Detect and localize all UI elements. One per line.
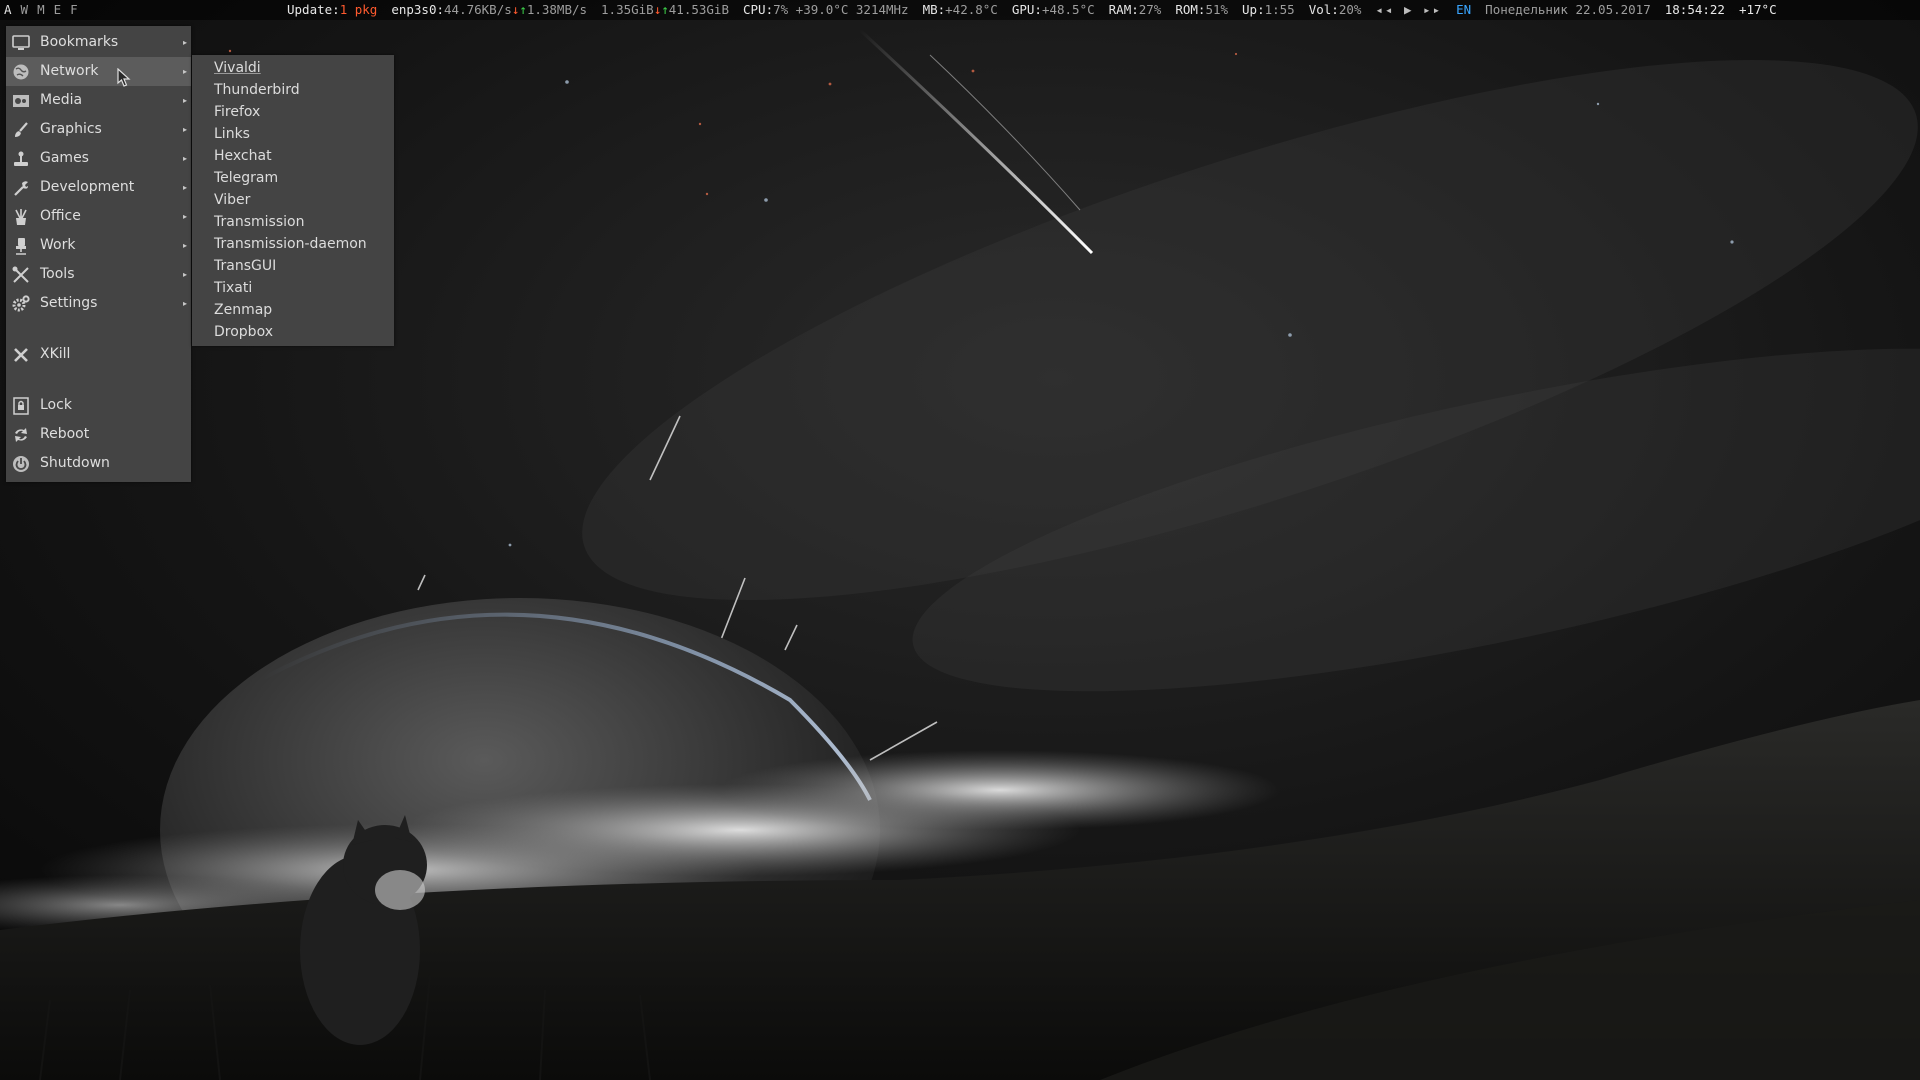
submenu-arrow-icon: ▸	[182, 67, 187, 76]
menu-item-work[interactable]: Work ▸	[6, 231, 191, 260]
menu-item-label: Graphics	[40, 121, 102, 137]
submenu-arrow-icon: ▸	[182, 183, 187, 192]
submenu-arrow-icon: ▸	[182, 270, 187, 279]
menu-item-office[interactable]: Office ▸	[6, 202, 191, 231]
submenu-item-zenmap[interactable]: Zenmap	[192, 299, 394, 321]
workspace-tag[interactable]: E	[54, 0, 62, 20]
submenu-arrow-icon: ▸	[182, 125, 187, 134]
menu-item-lock[interactable]: Lock	[6, 391, 191, 420]
wrench-icon	[14, 181, 28, 196]
menu-item-bookmarks[interactable]: Bookmarks ▸	[6, 28, 191, 57]
play-icon[interactable]: ▶	[1404, 2, 1414, 17]
menu-item-label: Shutdown	[40, 455, 110, 471]
mouse-pointer-icon	[117, 68, 131, 87]
menu-item-label: Settings	[40, 295, 98, 311]
menu-item-label: XKill	[40, 346, 71, 362]
menu-item-development[interactable]: Development ▸	[6, 173, 191, 202]
menu-item-settings[interactable]: Settings ▸	[6, 289, 191, 318]
submenu-item-transmission-daemon[interactable]: Transmission-daemon	[192, 233, 394, 255]
lock-screen-icon	[13, 397, 29, 415]
menu-item-xkill[interactable]: XKill	[6, 340, 191, 369]
submenu-item-dropbox[interactable]: Dropbox	[192, 321, 394, 343]
menu-item-network[interactable]: Network ▸	[6, 57, 191, 86]
menu-item-label: Work	[40, 237, 76, 253]
submenu-arrow-icon: ▸	[182, 299, 187, 308]
reboot-icon	[15, 428, 27, 442]
brush-icon	[15, 122, 28, 137]
submenu-item-transgui[interactable]: TransGUI	[192, 255, 394, 277]
joystick-icon	[14, 151, 28, 166]
media-controls: ◂◂ ▶ ▸▸	[1375, 0, 1442, 20]
volume-widget[interactable]: Vol:20%	[1309, 0, 1362, 20]
menu-item-label: Network	[40, 63, 99, 79]
submenu-arrow-icon: ▸	[182, 212, 187, 221]
menu-item-shutdown[interactable]: Shutdown	[6, 449, 191, 478]
cpu-widget: CPU:7% +39.0°C 3214MHz	[743, 2, 909, 17]
submenu-item-hexchat[interactable]: Hexchat	[192, 145, 394, 167]
menu-item-label: Games	[40, 150, 89, 166]
menu-item-graphics[interactable]: Graphics ▸	[6, 115, 191, 144]
submenu-arrow-icon: ▸	[182, 241, 187, 250]
menu-item-label: Media	[40, 92, 83, 108]
power-icon	[13, 456, 29, 472]
workspace-switcher: A W M E F	[4, 0, 78, 20]
menu-separator	[6, 318, 191, 340]
submenu-arrow-icon: ▸	[182, 38, 187, 47]
menu-item-label: Reboot	[40, 426, 90, 442]
menu-item-label: Lock	[40, 397, 72, 413]
uptime-widget: Up:1:55	[1242, 2, 1295, 17]
submenu-item-thunderbird[interactable]: Thunderbird	[192, 79, 394, 101]
previous-track-icon[interactable]: ◂◂	[1375, 2, 1394, 17]
network-submenu: Vivaldi Thunderbird Firefox Links Hexcha…	[192, 55, 394, 346]
menu-item-label: Tools	[40, 266, 75, 282]
update-widget[interactable]: Update:1 pkg	[287, 0, 377, 20]
film-icon	[13, 95, 29, 107]
network-total-widget: 1.35GiB↓↑41.53GiB	[601, 2, 729, 17]
submenu-item-vivaldi[interactable]: Vivaldi	[192, 57, 394, 79]
submenu-item-tixati[interactable]: Tixati	[192, 277, 394, 299]
root-menu: Bookmarks ▸ Network ▸ Media ▸ Graphics ▸…	[6, 26, 191, 482]
next-track-icon[interactable]: ▸▸	[1423, 2, 1442, 17]
close-icon	[14, 348, 28, 362]
gpu-temp-widget: GPU:+48.5°C	[1011, 2, 1095, 17]
workspace-tag[interactable]: M	[37, 0, 45, 20]
submenu-item-links[interactable]: Links	[192, 123, 394, 145]
submenu-arrow-icon: ▸	[182, 96, 187, 105]
date-display: Понедельник 22.05.2017	[1485, 2, 1651, 17]
menu-item-label: Development	[40, 179, 135, 195]
menu-item-media[interactable]: Media ▸	[6, 86, 191, 115]
chair-icon	[16, 238, 26, 255]
submenu-item-viber[interactable]: Viber	[192, 189, 394, 211]
weather-temperature: +17°C	[1738, 2, 1777, 17]
workspace-tag[interactable]: W	[21, 0, 29, 20]
menu-item-label: Office	[40, 208, 81, 224]
tools-icon	[12, 266, 29, 283]
submenu-item-firefox[interactable]: Firefox	[192, 101, 394, 123]
workspace-tag[interactable]: A	[4, 0, 12, 20]
top-status-bar: A W M E F Update:1 pkg enp3s0:44.76KB/s↓…	[0, 0, 1920, 20]
mb-temp-widget: MB:+42.8°C	[922, 2, 998, 17]
submenu-item-telegram[interactable]: Telegram	[192, 167, 394, 189]
ram-widget: RAM:27%	[1108, 2, 1162, 17]
workspace-tag[interactable]: F	[70, 0, 78, 20]
network-widget: enp3s0:44.76KB/s↓↑1.38MB/s	[391, 2, 588, 17]
menu-separator	[6, 369, 191, 391]
menu-item-reboot[interactable]: Reboot	[6, 420, 191, 449]
gears-icon	[12, 295, 30, 312]
clock: 18:54:22	[1664, 2, 1725, 17]
arrow-up-icon: ↑	[661, 2, 669, 17]
menu-item-tools[interactable]: Tools ▸	[6, 260, 191, 289]
submenu-item-transmission[interactable]: Transmission	[192, 211, 394, 233]
rom-widget: ROM:51%	[1175, 2, 1229, 17]
menu-item-games[interactable]: Games ▸	[6, 144, 191, 173]
pencil-cup-icon	[15, 209, 27, 225]
status-widgets: Update:1 pkg enp3s0:44.76KB/s↓↑1.38MB/s …	[287, 0, 1791, 20]
menu-item-label: Bookmarks	[40, 34, 119, 50]
submenu-arrow-icon: ▸	[182, 154, 187, 163]
keyboard-layout-indicator[interactable]: EN	[1456, 0, 1471, 20]
arrow-up-icon: ↑	[519, 2, 527, 17]
globe-icon	[13, 64, 29, 80]
monitor-icon	[12, 35, 30, 50]
